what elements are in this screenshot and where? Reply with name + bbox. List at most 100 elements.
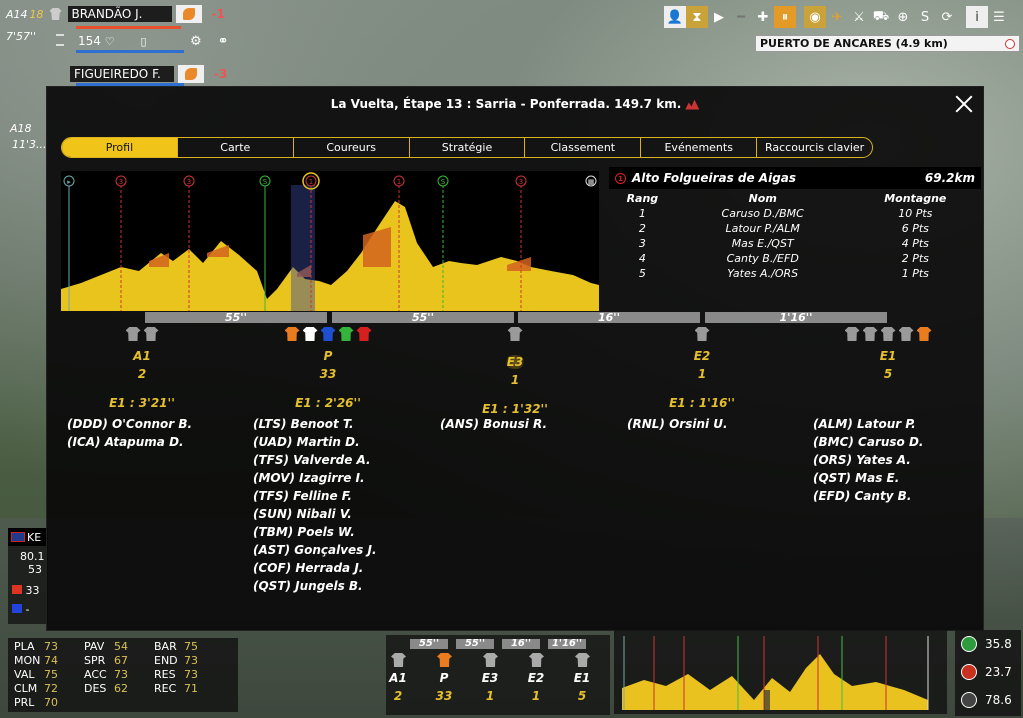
helicopter-icon[interactable]: ⚔ xyxy=(848,6,870,28)
group-count: 2 xyxy=(137,367,147,381)
location-text: PUERTO DE ANCARES (4.9 km) xyxy=(760,37,948,50)
gear-icon[interactable]: ⚙ xyxy=(190,34,202,49)
tab-coureurs[interactable]: Coureurs xyxy=(294,138,410,157)
table-cell: Mas E./QST xyxy=(731,237,794,250)
tab-evénements[interactable]: Evénements xyxy=(641,138,758,157)
eye-icon[interactable]: ◉ xyxy=(804,6,826,28)
group-name: E1 xyxy=(879,349,897,363)
jersey-icon xyxy=(916,327,932,341)
stat-key: PLA xyxy=(14,640,35,653)
group-time-gap: E1 : 2'26'' xyxy=(295,396,361,410)
jersey-icon xyxy=(12,585,22,594)
rider-name[interactable]: (DDD) O'Connor B. xyxy=(67,417,253,435)
rider-name[interactable]: (ALM) Latour P. xyxy=(813,417,999,435)
tab-stratégie[interactable]: Stratégie xyxy=(410,138,526,157)
rider-icon[interactable]: 👤 xyxy=(664,6,686,28)
pause-icon[interactable]: ⏸ xyxy=(774,6,796,28)
menu-icon[interactable]: ☰ xyxy=(988,6,1010,28)
mini-groups-panel: 55'' 55'' 16'' 1'16'' A1 2 P 33 E3 1 E2 1 E1 5 xyxy=(386,635,610,715)
target-icon[interactable]: ⊕ xyxy=(892,6,914,28)
profile-marker-label: ▦ xyxy=(588,178,595,186)
jersey-icon xyxy=(391,653,406,667)
rider-name[interactable]: (BMC) Caruso D. xyxy=(813,435,999,453)
rider-group[interactable]: P 33 E1 : 2'26'' xyxy=(235,327,421,410)
table-cell: 2 Pts xyxy=(901,252,929,265)
jersey-icon xyxy=(49,8,62,20)
rider-name[interactable]: (TBM) Poels W. xyxy=(253,525,439,543)
mini-group-label[interactable]: A1 xyxy=(388,671,408,685)
rider-name[interactable]: BRANDÃO J. xyxy=(67,6,172,22)
rider-name[interactable]: (COF) Herrada J. xyxy=(253,561,439,579)
drag-handle[interactable] xyxy=(56,34,64,46)
info-icon[interactable]: i xyxy=(966,6,988,28)
rider-name[interactable]: (QST) Mas E. xyxy=(813,471,999,489)
rider-name[interactable]: (MOV) Izagirre I. xyxy=(253,471,439,489)
summary-row: 23.7 xyxy=(955,658,1021,686)
plus-icon[interactable]: ✚ xyxy=(752,6,774,28)
rider-name[interactable]: (ANS) Bonusi R. xyxy=(440,417,626,435)
rider-name[interactable]: (QST) Jungels B. xyxy=(253,579,439,597)
summary-value: 23.7 xyxy=(985,665,1012,679)
tab-raccourcis-clavier[interactable]: Raccourcis clavier xyxy=(757,138,872,157)
rider-delta: -1 xyxy=(211,7,225,21)
mini-gap-bar: 1'16'' xyxy=(548,639,586,649)
location-bar[interactable]: PUERTO DE ANCARES (4.9 km) xyxy=(755,35,1020,52)
rider-name[interactable]: FIGUEIREDO F. xyxy=(70,66,174,82)
rider-name[interactable]: (AST) Gonçalves J. xyxy=(253,543,439,561)
table-cell: Canty B./EFD xyxy=(726,252,799,265)
car-icon[interactable]: ⛟ xyxy=(870,6,892,28)
rider-name[interactable]: (TFS) Valverde A. xyxy=(253,453,439,471)
play-icon[interactable]: ▶ xyxy=(708,6,730,28)
tab-carte[interactable]: Carte xyxy=(178,138,294,157)
bottle-icon[interactable]: ▯ xyxy=(140,35,146,48)
sprint-icon[interactable]: S xyxy=(914,6,936,28)
mini-group-label[interactable]: E3 xyxy=(480,671,500,685)
mini-group-label[interactable]: E2 xyxy=(526,671,546,685)
profile-marker-label: ▸ xyxy=(67,178,71,186)
close-button[interactable] xyxy=(953,93,975,115)
rider-group[interactable]: A1 2 E1 : 3'21'' xyxy=(49,327,235,410)
table-cell: 1 xyxy=(638,207,646,220)
tab-classement[interactable]: Classement xyxy=(525,138,642,157)
hourglass-icon[interactable]: ⧗ xyxy=(686,6,708,28)
rider-name[interactable]: (UAD) Martin D. xyxy=(253,435,439,453)
stat-value: 73 xyxy=(44,640,58,653)
table-cell: 3 xyxy=(638,237,646,250)
rider-name[interactable]: (TFS) Felline F. xyxy=(253,489,439,507)
rider-name[interactable]: (RNL) Orsini U. xyxy=(627,417,813,435)
climb-classification-table: Rang Nom Montagne 1 Caruso D./BMC 10 Pts 2 Lat… xyxy=(609,191,981,281)
mini-group-count: 33 xyxy=(435,689,453,703)
plane-icon[interactable]: ✈ xyxy=(826,6,848,28)
effort-icon[interactable] xyxy=(178,65,204,83)
bike-icon[interactable]: ⚭ xyxy=(218,34,229,49)
rider-group[interactable]: E2 1 E1 : 1'16'' xyxy=(609,327,795,410)
stat-row: PLA 73 xyxy=(14,640,58,654)
group-rider-list: (ALM) Latour P. (BMC) Caruso D. (ORS) Yate… xyxy=(813,417,999,507)
group-name: P xyxy=(323,349,333,363)
mini-group-label[interactable]: P xyxy=(434,671,454,685)
rider-name[interactable]: (EFD) Canty B. xyxy=(813,489,999,507)
group-jerseys xyxy=(235,327,421,343)
refresh-icon[interactable]: ⟳ xyxy=(936,6,958,28)
summary-row: 78.6 xyxy=(955,686,1021,714)
effort-icon[interactable] xyxy=(175,5,202,23)
stat-row: REC 71 xyxy=(154,682,198,696)
mini-profile-panel xyxy=(614,630,947,714)
rider-name[interactable]: (ICA) Atapuma D. xyxy=(67,435,253,453)
rider-group[interactable]: E3 1 E1 : 1'32'' xyxy=(422,327,608,416)
tab-profil[interactable]: Profil xyxy=(62,138,178,157)
summary-row: 35.8 xyxy=(955,630,1021,658)
rider-name[interactable]: (LTS) Benoot T. xyxy=(253,417,439,435)
table-row: 3 Mas E./QST 4 Pts xyxy=(609,236,981,251)
group-count: 1 xyxy=(697,367,707,381)
rider-name[interactable]: (SUN) Nibali V. xyxy=(253,507,439,525)
flag-icon xyxy=(11,532,25,542)
stat-value: 53 xyxy=(28,563,42,576)
table-cell: Caruso D./BMC xyxy=(721,207,804,220)
rider-group[interactable]: E1 5 xyxy=(795,327,981,410)
minus-icon[interactable]: ━ xyxy=(730,6,752,28)
mini-group-label[interactable]: E1 xyxy=(572,671,592,685)
group-count: 5 xyxy=(883,367,893,381)
rider-name[interactable]: (ORS) Yates A. xyxy=(813,453,999,471)
mini-group-count: 1 xyxy=(485,689,495,703)
